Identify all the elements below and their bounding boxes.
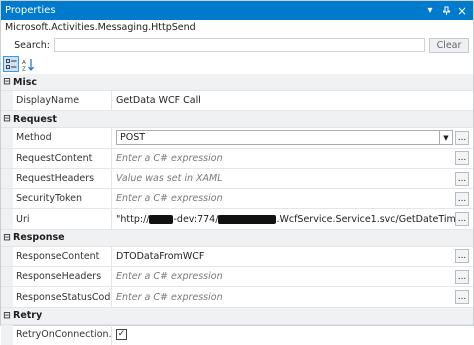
requestheaders-input[interactable]: Value was set in XAML (116, 173, 455, 184)
pin-icon[interactable] (439, 4, 453, 18)
property-name: RequestHeaders (13, 168, 112, 189)
category-request[interactable]: ⊟ Request (1, 111, 473, 129)
requestcontent-ellipsis-button[interactable]: ... (455, 151, 469, 166)
sort-alphabetical-icon[interactable]: A Z (20, 56, 36, 72)
requestcontent-input[interactable]: Enter a C# expression (116, 153, 455, 164)
category-label: Request (13, 113, 57, 125)
property-row-securitytoken: SecurityToken Enter a C# expression ... (1, 189, 473, 210)
category-response[interactable]: ⊟ Response (1, 229, 473, 247)
dropdown-menu-icon[interactable]: ▾ (423, 4, 437, 18)
property-name: RequestContent (13, 148, 112, 168)
property-name: Uri (13, 209, 112, 229)
redaction-mark (218, 214, 277, 224)
securitytoken-ellipsis-button[interactable]: ... (455, 191, 469, 206)
property-row-responsecontent: ResponseContent DTODataFromWCF ... (1, 246, 473, 268)
uri-ellipsis-button[interactable]: ... (455, 212, 469, 227)
responsecontent-input[interactable]: DTODataFromWCF (116, 251, 455, 262)
property-row-requestcontent: RequestContent Enter a C# expression ... (1, 148, 473, 169)
search-input[interactable] (54, 38, 425, 52)
property-row-requestheaders: RequestHeaders Value was set in XAML ... (1, 168, 473, 190)
responseheaders-ellipsis-button[interactable]: ... (455, 269, 469, 284)
clear-button[interactable]: Clear (429, 37, 469, 53)
property-name: SecurityToken (13, 189, 112, 209)
category-label: Retry (13, 310, 43, 322)
retry-checkbox[interactable]: ✓ (116, 329, 127, 341)
checkmark-icon: ✓ (117, 329, 126, 340)
property-grid: ⊟ Misc DisplayName GetData WCF Call ⊟ Re… (1, 74, 473, 345)
responsecontent-ellipsis-button[interactable]: ... (455, 249, 469, 264)
collapse-icon[interactable]: ⊟ (1, 114, 13, 124)
properties-panel: Properties ▾ × Microsoft.Activities.Mess… (0, 0, 474, 345)
property-row-retryonconnection: RetryOnConnection... ✓ (1, 324, 473, 345)
category-label: Response (13, 232, 65, 244)
collapse-icon[interactable]: ⊟ (1, 233, 13, 243)
uri-input[interactable]: "http://-dev:774/.WcfService.Service1.sv… (116, 214, 455, 225)
property-row-responsestatuscode: ResponseStatusCode Enter a C# expression… (1, 287, 473, 308)
displayname-value[interactable]: GetData WCF Call (112, 91, 473, 110)
search-bar: Search: Clear (1, 36, 473, 54)
property-row-method: Method POST ▼ ... (1, 128, 473, 149)
category-retry[interactable]: ⊟ Retry (1, 307, 473, 325)
panel-title: Properties (5, 5, 56, 16)
method-ellipsis-button[interactable]: ... (455, 130, 469, 145)
category-misc[interactable]: ⊟ Misc (1, 74, 473, 91)
collapse-icon[interactable]: ⊟ (1, 311, 13, 321)
search-label: Search: (14, 39, 50, 51)
property-name: ResponseStatusCode (13, 287, 112, 307)
chevron-down-icon[interactable]: ▼ (439, 131, 452, 145)
property-row-responseheaders: ResponseHeaders Enter a C# expression ..… (1, 267, 473, 288)
category-label: Misc (13, 76, 37, 88)
svg-text:Z: Z (22, 66, 26, 71)
close-icon[interactable]: × (455, 4, 469, 18)
collapse-icon[interactable]: ⊟ (1, 77, 13, 87)
property-name: ResponseHeaders (13, 267, 112, 287)
property-name: RetryOnConnection... (13, 324, 112, 345)
responsestatuscode-input[interactable]: Enter a C# expression (116, 292, 455, 303)
method-dropdown[interactable]: POST ▼ (116, 130, 453, 146)
securitytoken-input[interactable]: Enter a C# expression (116, 193, 455, 204)
property-name: Method (13, 128, 112, 148)
panel-titlebar: Properties ▾ × (1, 1, 473, 20)
categorize-icon[interactable] (3, 56, 19, 72)
property-name: DisplayName (13, 91, 112, 111)
selected-type-name: Microsoft.Activities.Messaging.HttpSend (5, 22, 196, 33)
responsestatuscode-ellipsis-button[interactable]: ... (455, 290, 469, 305)
redaction-mark (149, 214, 174, 224)
property-row-uri: Uri "http://-dev:774/.WcfService.Service… (1, 209, 473, 230)
view-toolbar: A Z (1, 54, 473, 74)
requestheaders-ellipsis-button[interactable]: ... (455, 171, 469, 186)
property-name: ResponseContent (13, 246, 112, 267)
svg-text:A: A (22, 60, 26, 66)
property-row-displayname: DisplayName GetData WCF Call (1, 91, 473, 112)
responseheaders-input[interactable]: Enter a C# expression (116, 271, 455, 282)
